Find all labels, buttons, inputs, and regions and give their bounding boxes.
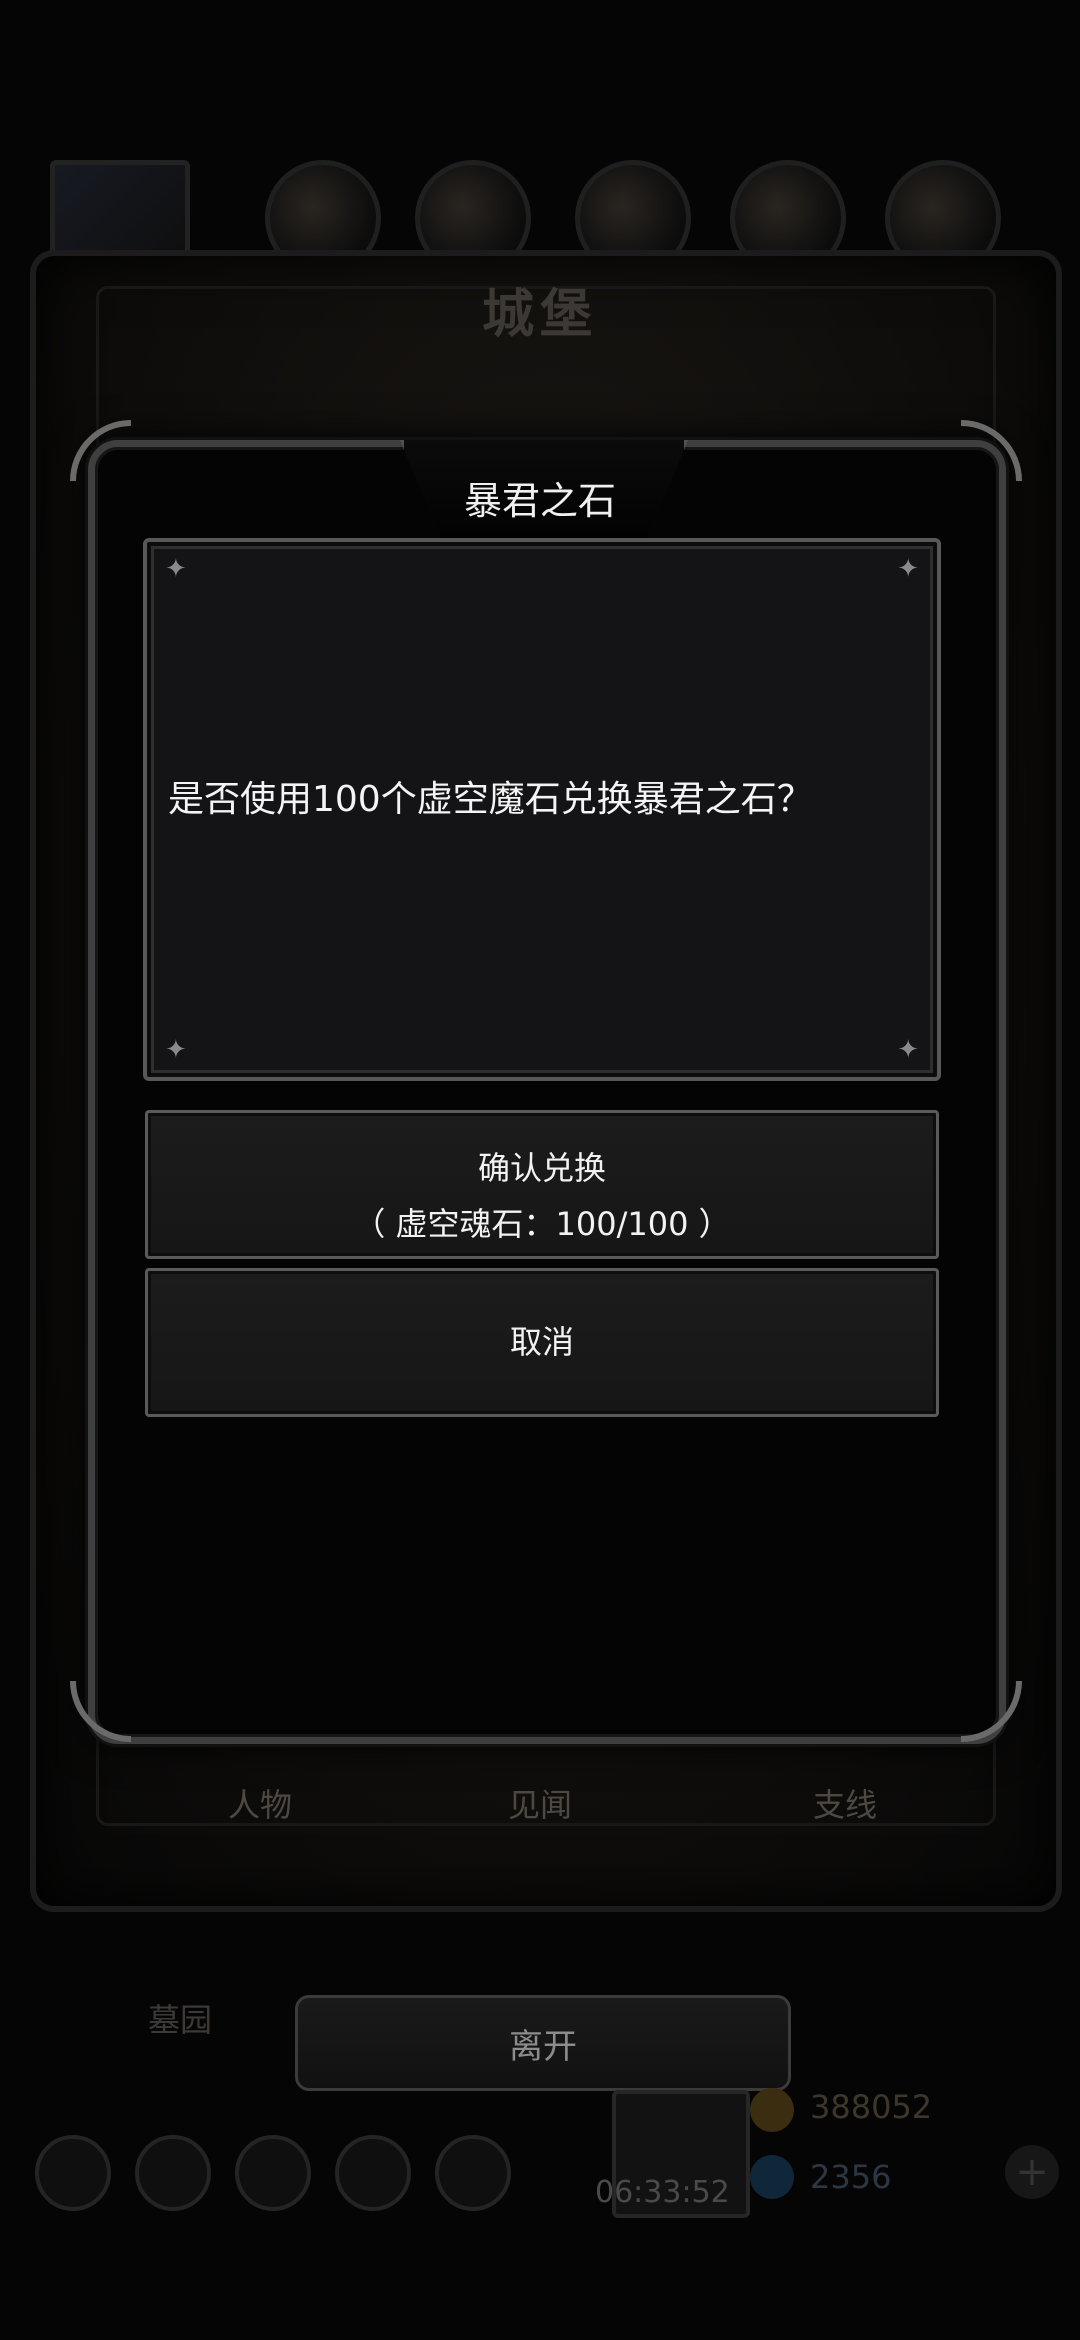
castle-title: 城堡 bbox=[481, 284, 598, 345]
bottom-menu-icon bbox=[435, 2135, 511, 2211]
gem-amount: 2356 bbox=[810, 2158, 892, 2196]
cancel-button[interactable]: 取消 bbox=[145, 1268, 939, 1417]
dialog-title: 暴君之石 bbox=[463, 479, 616, 523]
plus-icon: + bbox=[1005, 2145, 1059, 2199]
bottom-menu-icon bbox=[235, 2135, 311, 2211]
dialog-message: 是否使用100个虚空魔石兑换暴君之石？ bbox=[168, 779, 813, 820]
castle-tab-bar: 人物 见闻 支线 bbox=[0, 1780, 1080, 1840]
gift-timer: 06:33:52 bbox=[595, 2175, 730, 2210]
bottom-menu-icon bbox=[135, 2135, 211, 2211]
bottom-menu-icon bbox=[335, 2135, 411, 2211]
gem-icon bbox=[750, 2155, 794, 2199]
exchange-cost: （ 虚空魂石：100/100 ） bbox=[353, 1205, 731, 1243]
sparkle-icon: ✦ bbox=[897, 554, 919, 584]
sparkle-icon: ✦ bbox=[897, 1035, 919, 1065]
graveyard-label: 墓园 bbox=[148, 2001, 213, 2039]
sparkle-icon: ✦ bbox=[165, 1035, 187, 1065]
confirm-exchange-button[interactable]: 确认兑换 （ 虚空魂石：100/100 ） bbox=[145, 1110, 939, 1259]
tab-characters: 人物 bbox=[227, 1786, 292, 1824]
cancel-label: 取消 bbox=[509, 1323, 574, 1361]
gold-amount: 388052 bbox=[810, 2088, 933, 2126]
tab-sidequests: 支线 bbox=[812, 1786, 877, 1824]
sparkle-icon: ✦ bbox=[165, 554, 187, 584]
leave-button: 离开 bbox=[295, 1995, 791, 2091]
bottom-menu-icon bbox=[35, 2135, 111, 2211]
gold-coin-icon bbox=[750, 2088, 794, 2132]
leave-label: 离开 bbox=[509, 2026, 577, 2067]
confirm-label: 确认兑换 bbox=[477, 1149, 606, 1187]
tab-stories: 见闻 bbox=[507, 1786, 572, 1824]
